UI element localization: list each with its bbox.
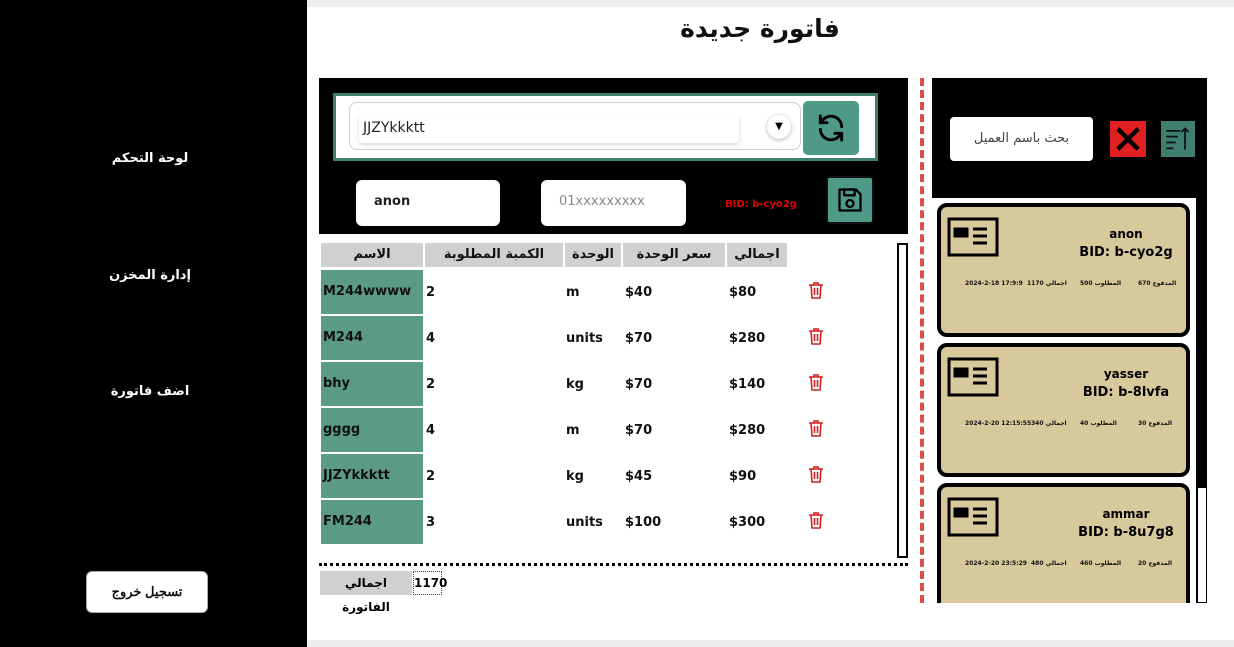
panel-divider — [920, 78, 924, 603]
invoice-bid: BID: b-8u7g8 — [1078, 525, 1174, 540]
row-quantity: 2 — [426, 377, 436, 392]
invoice-card[interactable]: anon BID: b-cyo2g المدفوع 670 المطلوب 50… — [937, 203, 1190, 337]
invoice-card[interactable]: ammar BID: b-8u7g8 المدفوع 20 المطلوب 46… — [937, 483, 1190, 603]
invoice-bid: BID: b-8lvfa — [1082, 385, 1170, 400]
row-unit-price: $100 — [625, 515, 662, 530]
invoices-list: anon BID: b-cyo2g المدفوع 670 المطلوب 50… — [932, 198, 1207, 603]
row-quantity: 4 — [426, 423, 436, 438]
row-total: $80 — [729, 285, 757, 300]
header-quantity: الكمبة المطلوبة — [425, 243, 563, 267]
invoice-total-label: اجمالي الفاتورة — [320, 571, 412, 614]
row-name: FM244 — [321, 500, 423, 544]
invoice-customer-name: anon — [1109, 227, 1143, 241]
sidebar-item-dashboard[interactable]: لوحة التحكم — [95, 151, 205, 166]
invoice-total: اجمالي 340 — [1031, 420, 1067, 427]
close-icon — [1116, 127, 1140, 151]
invoice-paid: المدفوع 30 — [1138, 420, 1173, 427]
top-strip — [307, 0, 1234, 7]
invoice-date: 2024-2-20 12:15:55 — [965, 420, 1032, 427]
header-unit: الوحدة — [565, 243, 621, 267]
invoice-card[interactable]: yasser BID: b-8lvfa المدفوع 30 المطلوب 4… — [937, 343, 1190, 477]
row-quantity: 2 — [426, 469, 436, 484]
sort-button[interactable] — [1161, 121, 1195, 157]
invoice-total: اجمالي 1170 — [1027, 280, 1067, 287]
invoices-scrollbar-thumb[interactable] — [1198, 488, 1206, 602]
invoice-customer-name: ammar — [1102, 507, 1150, 521]
sidebar: لوحة التحكم إدارة المخزن اضف فاتورة تسجي… — [0, 0, 307, 647]
row-name: M244 — [321, 316, 423, 360]
header-name: الاسم — [321, 243, 423, 267]
row-unit: m — [566, 285, 580, 300]
trash-icon[interactable] — [808, 373, 824, 391]
row-total: $300 — [729, 515, 766, 530]
row-name: JJZYkkktt — [321, 454, 423, 498]
row-total: $140 — [729, 377, 766, 392]
bottom-strip — [307, 640, 1234, 647]
row-total: $280 — [729, 423, 766, 438]
sort-icon — [1166, 127, 1190, 150]
page-title: فاتورة جديدة — [680, 14, 840, 43]
header-total: اجمالي — [727, 243, 787, 267]
row-unit: units — [566, 331, 603, 346]
row-unit-price: $70 — [625, 423, 653, 438]
row-unit-price: $70 — [625, 331, 653, 346]
trash-icon[interactable] — [808, 465, 824, 483]
invoice-date: 2024-2-20 23:5:29 — [965, 560, 1027, 567]
row-quantity: 3 — [426, 515, 436, 530]
product-select[interactable]: JJZYkkktt ▼ — [349, 102, 801, 150]
row-total: $90 — [729, 469, 757, 484]
invoice-required: المطلوب 40 — [1080, 420, 1117, 427]
invoice-paid: المدفوع 670 — [1138, 280, 1177, 287]
invoice-bid: BID: b-cyo2g — [1079, 245, 1173, 260]
sidebar-item-inventory[interactable]: إدارة المخزن — [95, 268, 205, 283]
chevron-down-icon[interactable]: ▼ — [767, 115, 791, 139]
bid-label: BID: b-cyo2g — [725, 199, 797, 210]
product-select-value[interactable]: JJZYkkktt — [359, 113, 739, 143]
row-unit: units — [566, 515, 603, 530]
save-button[interactable] — [826, 176, 874, 224]
row-unit: m — [566, 423, 580, 438]
table-scrollbar[interactable] — [897, 243, 908, 558]
row-unit-price: $40 — [625, 285, 653, 300]
save-icon — [838, 188, 862, 212]
customer-name-field[interactable]: anon — [356, 180, 500, 226]
row-total: $280 — [729, 331, 766, 346]
invoice-required: المطلوب 460 — [1080, 560, 1122, 567]
divider — [319, 563, 908, 566]
row-name: bhy — [321, 362, 423, 406]
trash-icon[interactable] — [808, 511, 824, 529]
invoice-date: 2024-2-18 17:9:9 — [965, 280, 1023, 287]
phone-field[interactable]: 01xxxxxxxxx — [541, 180, 686, 226]
header-unit-price: سعر الوحدة — [623, 243, 725, 267]
trash-icon[interactable] — [808, 281, 824, 299]
id-card-icon — [947, 357, 999, 397]
invoice-required: المطلوب 500 — [1080, 280, 1122, 287]
refresh-icon — [818, 114, 844, 142]
invoice-paid: المدفوع 20 — [1138, 560, 1173, 567]
row-name: M244wwww — [321, 270, 423, 314]
invoice-customer-name: yasser — [1103, 367, 1149, 381]
row-unit: kg — [566, 469, 584, 484]
id-card-icon — [947, 497, 999, 537]
id-card-icon — [947, 217, 999, 257]
product-picker: JJZYkkktt ▼ — [333, 93, 878, 161]
invoice-total-value: 1170 — [413, 571, 447, 595]
row-name: gggg — [321, 408, 423, 452]
row-unit-price: $45 — [625, 469, 653, 484]
row-unit-price: $70 — [625, 377, 653, 392]
trash-icon[interactable] — [808, 419, 824, 437]
row-quantity: 4 — [426, 331, 436, 346]
row-unit: kg — [566, 377, 584, 392]
invoice-total: اجمالي 480 — [1031, 560, 1067, 567]
refresh-button[interactable] — [803, 101, 859, 155]
sidebar-item-add-invoice[interactable]: اضف فاتورة — [95, 384, 205, 399]
logout-button[interactable]: تسجيل خروج — [86, 571, 208, 613]
clear-search-button[interactable] — [1110, 121, 1146, 157]
customer-search-input[interactable]: بحث باسم العميل — [950, 117, 1093, 161]
trash-icon[interactable] — [808, 327, 824, 345]
row-quantity: 2 — [426, 285, 436, 300]
